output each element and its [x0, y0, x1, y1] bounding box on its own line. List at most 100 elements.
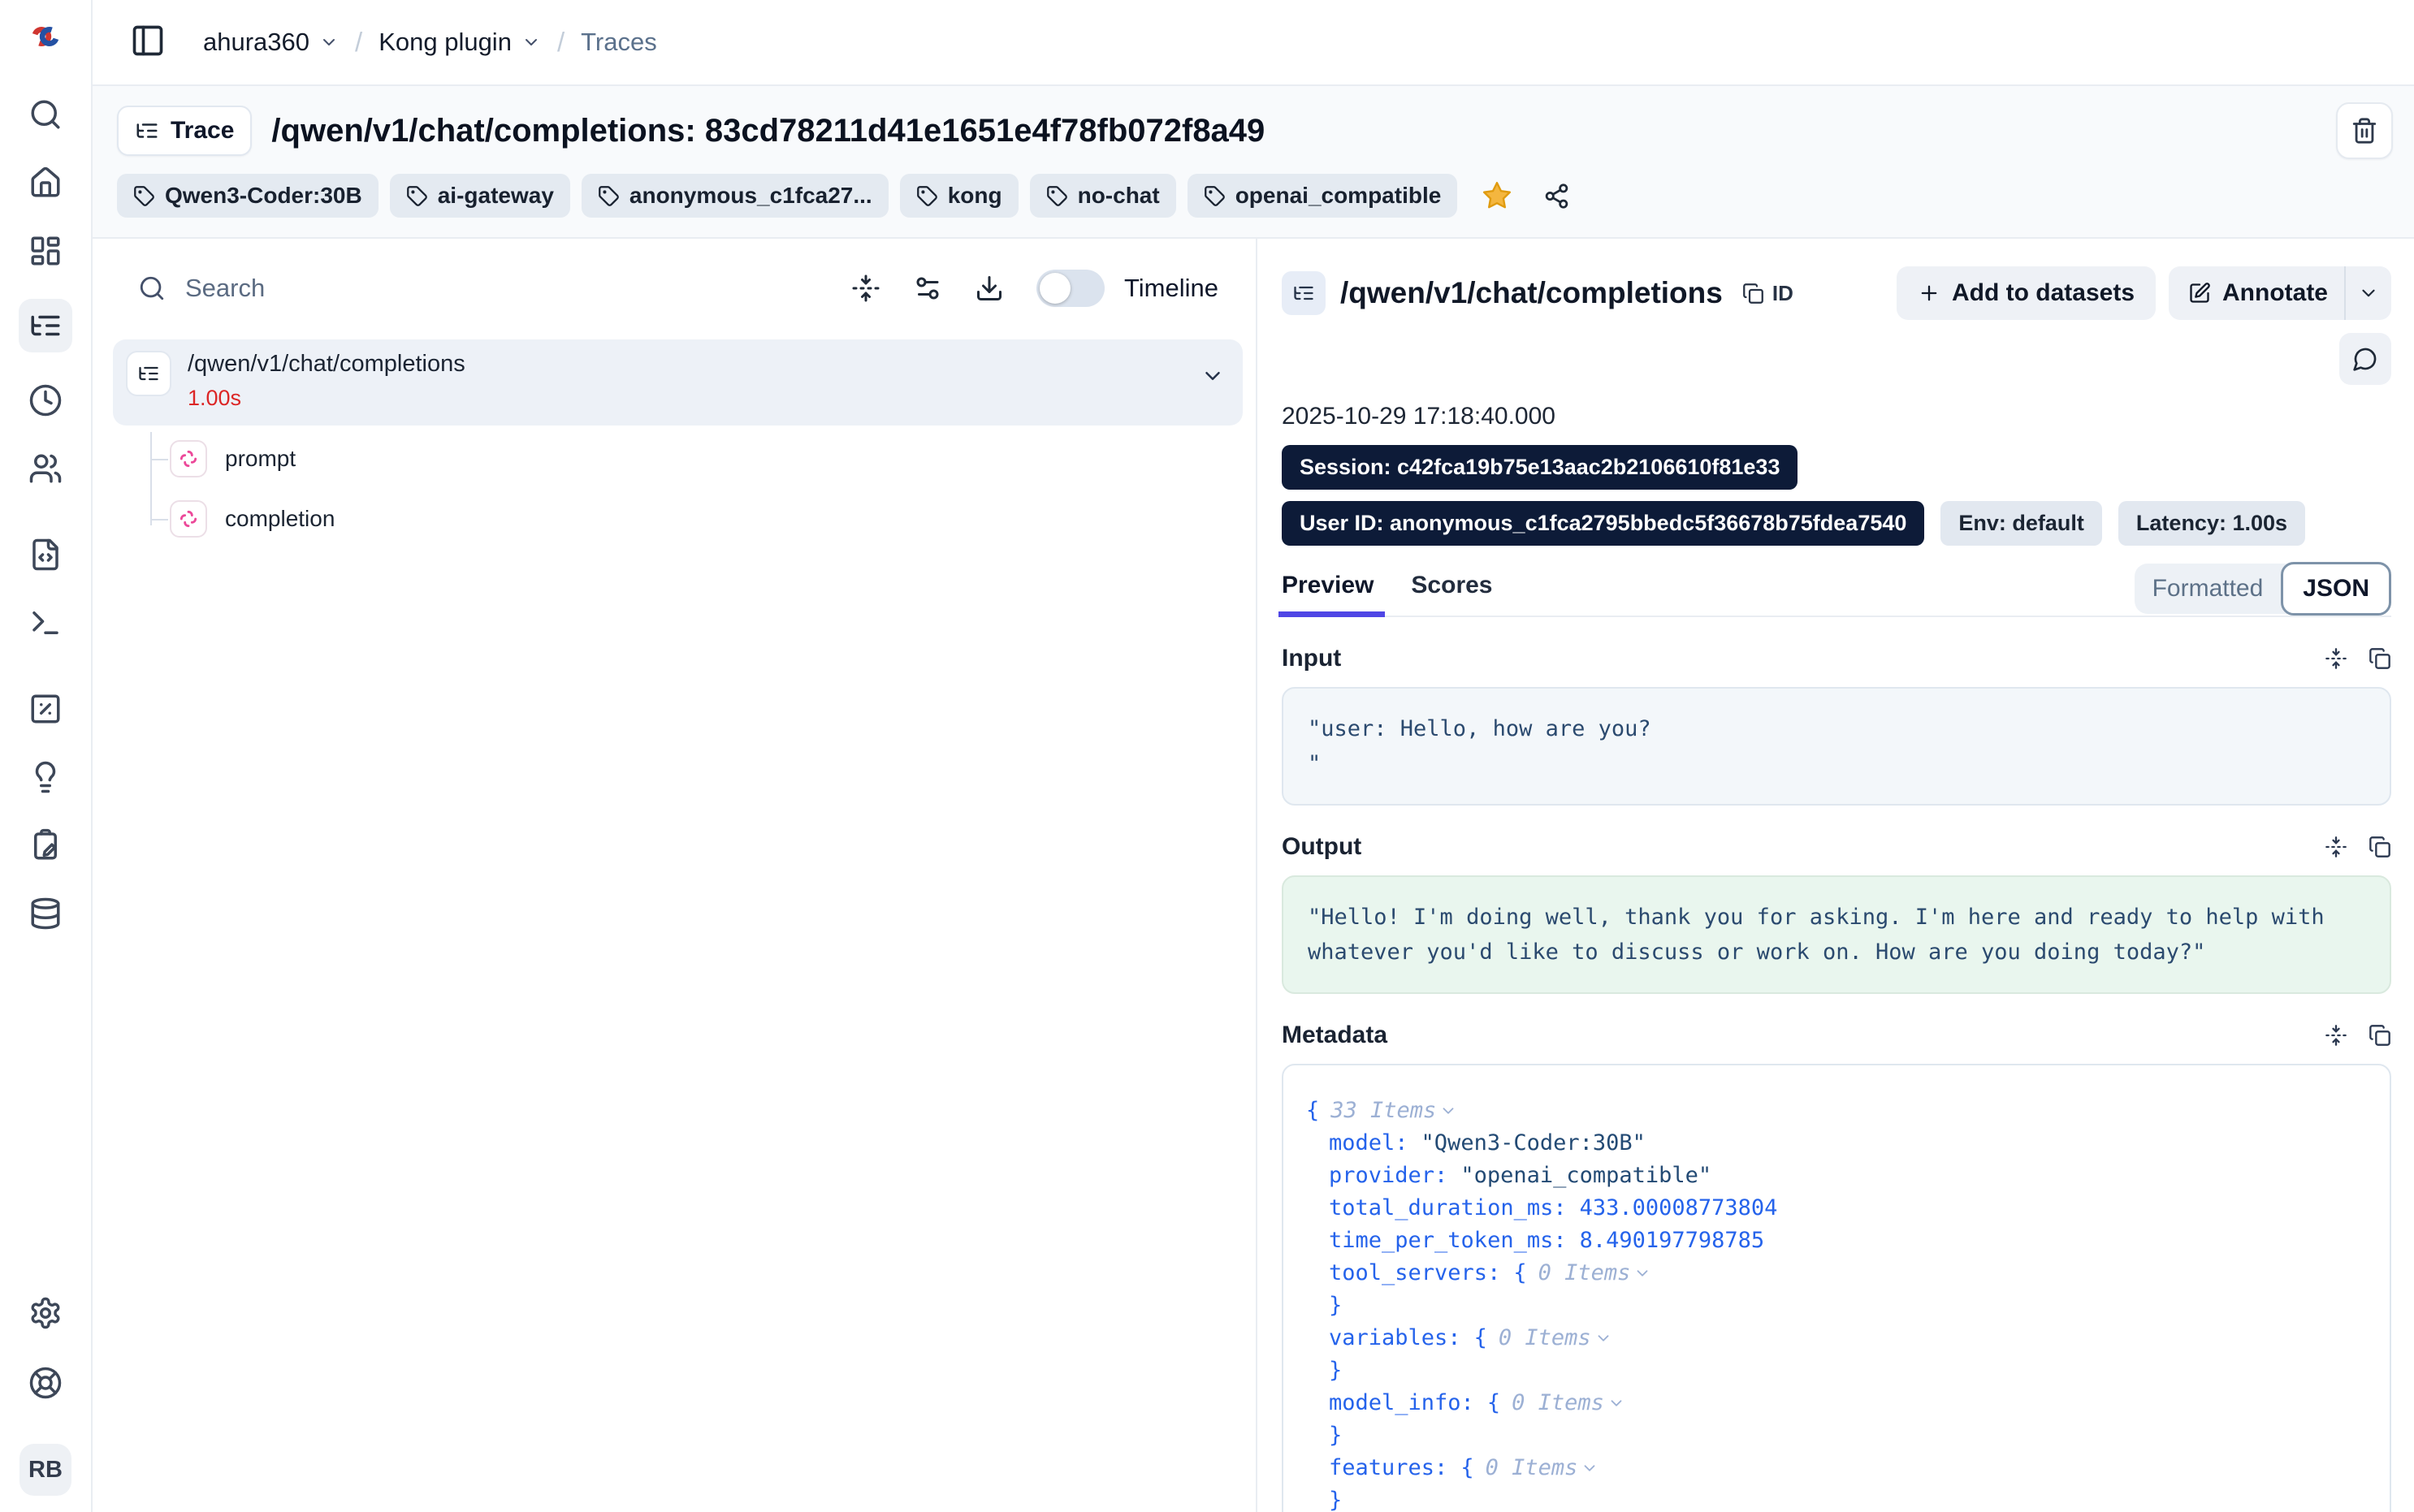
tag-chip[interactable]: anonymous_c1fca27... — [582, 174, 889, 218]
output-section: Output "Hello! I'm doing well, thank you… — [1282, 833, 2391, 994]
copy-icon — [1742, 283, 1764, 305]
event-icon-box — [170, 500, 207, 538]
tag-chip[interactable]: kong — [900, 174, 1019, 218]
search-icon — [28, 97, 63, 132]
metadata-json-viewer[interactable]: {33 Items model:"Qwen3-Coder:30B" provid… — [1282, 1064, 2391, 1512]
session-badge[interactable]: Session: c42fca19b75e13aac2b2106610f81e3… — [1282, 445, 1798, 490]
sidebar-item-playground[interactable] — [25, 603, 66, 643]
format-option-json[interactable]: JSON — [2281, 562, 2391, 616]
lightbulb-icon — [28, 760, 63, 794]
tag-chip[interactable]: ai-gateway — [390, 174, 570, 218]
fold-vertical-icon[interactable] — [2325, 836, 2347, 858]
sidebar-item-annotation[interactable] — [25, 825, 66, 866]
timeline-label: Timeline — [1124, 274, 1218, 303]
view-settings-button[interactable] — [913, 274, 942, 303]
copy-icon[interactable] — [2369, 1024, 2391, 1047]
add-to-datasets-button[interactable]: Add to datasets — [1897, 266, 2156, 320]
json-line[interactable]: model_info:{0 Items — [1306, 1387, 2367, 1419]
sidebar-item-settings[interactable] — [25, 1293, 66, 1333]
search-input[interactable]: Search — [138, 274, 851, 303]
download-button[interactable] — [975, 274, 1004, 303]
sliders-icon — [913, 274, 942, 303]
dashboard-icon — [28, 234, 63, 268]
sidebar-item-users[interactable] — [25, 448, 66, 489]
tag-chip[interactable]: Qwen3-Coder:30B — [117, 174, 379, 218]
tab-scores[interactable]: Scores — [1411, 572, 1492, 616]
bookmark-star-button[interactable] — [1482, 180, 1512, 211]
main-column: ahura360 / Kong plugin / Traces Trace /q… — [93, 0, 2414, 1512]
sidebar-item-traces[interactable] — [19, 299, 72, 352]
breadcrumb-separator: / — [355, 27, 362, 58]
output-heading: Output — [1282, 833, 1361, 861]
trace-tags-row: Qwen3-Coder:30B ai-gateway anonymous_c1f… — [117, 174, 2393, 218]
fold-vertical-icon[interactable] — [2325, 1024, 2347, 1047]
tree-root-name: /qwen/v1/chat/completions — [188, 351, 465, 378]
sidebar-item-sessions[interactable] — [25, 380, 66, 421]
sidebar-item-support[interactable] — [25, 1363, 66, 1403]
sidebar-item-evals[interactable] — [25, 757, 66, 797]
sidebar-toggle-button[interactable] — [130, 23, 169, 62]
tree-collapse-chevron[interactable] — [1201, 364, 1225, 388]
sidebar-item-prompts[interactable] — [25, 534, 66, 575]
latency-badge: Latency: 1.00s — [2118, 501, 2305, 546]
json-line[interactable]: features:{0 Items — [1306, 1452, 2367, 1484]
trace-type-badge[interactable]: Trace — [117, 106, 252, 156]
chevron-down-icon — [1439, 1102, 1457, 1120]
sidebar-item-scores[interactable] — [25, 689, 66, 729]
observation-tree: /qwen/v1/chat/completions 1.00s prompt — [93, 339, 1256, 546]
comments-button[interactable] — [2339, 333, 2391, 385]
sidebar-bottom: RB — [19, 1293, 71, 1496]
input-content[interactable]: "user: Hello, how are you?" — [1282, 687, 2391, 806]
list-tree-icon — [137, 362, 160, 385]
tag-chip[interactable]: openai_compatible — [1188, 174, 1458, 218]
detail-title: /qwen/v1/chat/completions — [1340, 276, 1723, 310]
format-option-formatted[interactable]: Formatted — [2135, 575, 2282, 603]
sidebar-item-dashboard[interactable] — [25, 231, 66, 271]
sidebar-nav — [19, 94, 72, 934]
tree-child-prompt[interactable]: prompt — [113, 432, 1243, 486]
tab-preview[interactable]: Preview — [1282, 572, 1374, 616]
breadcrumb-page-label[interactable]: Traces — [581, 28, 657, 57]
sidebar-item-search[interactable] — [25, 94, 66, 135]
chevron-down-icon — [2358, 283, 2379, 304]
json-line[interactable]: tool_servers:{0 Items — [1306, 1257, 2367, 1290]
sidebar-item-home[interactable] — [25, 162, 66, 203]
tag-icon — [1046, 185, 1068, 207]
list-tree-icon — [135, 119, 159, 143]
collapse-all-button[interactable] — [851, 274, 880, 303]
user-id-badge[interactable]: User ID: anonymous_c1fca2795bbedc5f36678… — [1282, 501, 1924, 546]
database-icon — [28, 896, 63, 931]
json-line: } — [1306, 1419, 2367, 1452]
breadcrumb-section[interactable]: Kong plugin — [379, 28, 541, 57]
breadcrumb-project[interactable]: ahura360 — [203, 28, 339, 57]
app-logo-icon[interactable] — [27, 18, 64, 55]
delete-trace-button[interactable] — [2336, 102, 2393, 159]
share-icon — [1543, 183, 1570, 210]
tag-chip[interactable]: no-chat — [1030, 174, 1176, 218]
tree-child-completion[interactable]: completion — [113, 492, 1243, 546]
breadcrumb-separator: / — [557, 27, 565, 58]
breadcrumb: ahura360 / Kong plugin / Traces — [203, 27, 657, 58]
share-button[interactable] — [1543, 183, 1570, 210]
fold-vertical-icon[interactable] — [2325, 647, 2347, 670]
timeline-toggle[interactable] — [1036, 270, 1105, 307]
gear-icon — [28, 1296, 63, 1330]
copy-icon[interactable] — [2369, 836, 2391, 858]
json-line: model:"Qwen3-Coder:30B" — [1306, 1127, 2367, 1160]
output-content[interactable]: "Hello! I'm doing well, thank you for as… — [1282, 875, 2391, 994]
json-line[interactable]: variables:{0 Items — [1306, 1322, 2367, 1354]
terminal-icon — [28, 606, 63, 640]
trace-tree-panel: Search Timeline — [93, 239, 1257, 1512]
user-avatar[interactable]: RB — [19, 1444, 71, 1496]
tag-label: anonymous_c1fca27... — [629, 183, 872, 209]
copy-icon[interactable] — [2369, 647, 2391, 670]
json-line[interactable]: {33 Items — [1306, 1095, 2367, 1127]
life-buoy-icon — [28, 1366, 63, 1400]
trace-badge-label: Trace — [171, 117, 234, 145]
annotate-button[interactable]: Annotate — [2169, 266, 2344, 320]
sidebar-item-datasets[interactable] — [25, 893, 66, 934]
copy-id-button[interactable]: ID — [1742, 281, 1793, 306]
annotate-dropdown-button[interactable] — [2346, 266, 2391, 320]
breadcrumb-section-label: Kong plugin — [379, 28, 512, 57]
tree-root-row[interactable]: /qwen/v1/chat/completions 1.00s — [113, 339, 1243, 426]
